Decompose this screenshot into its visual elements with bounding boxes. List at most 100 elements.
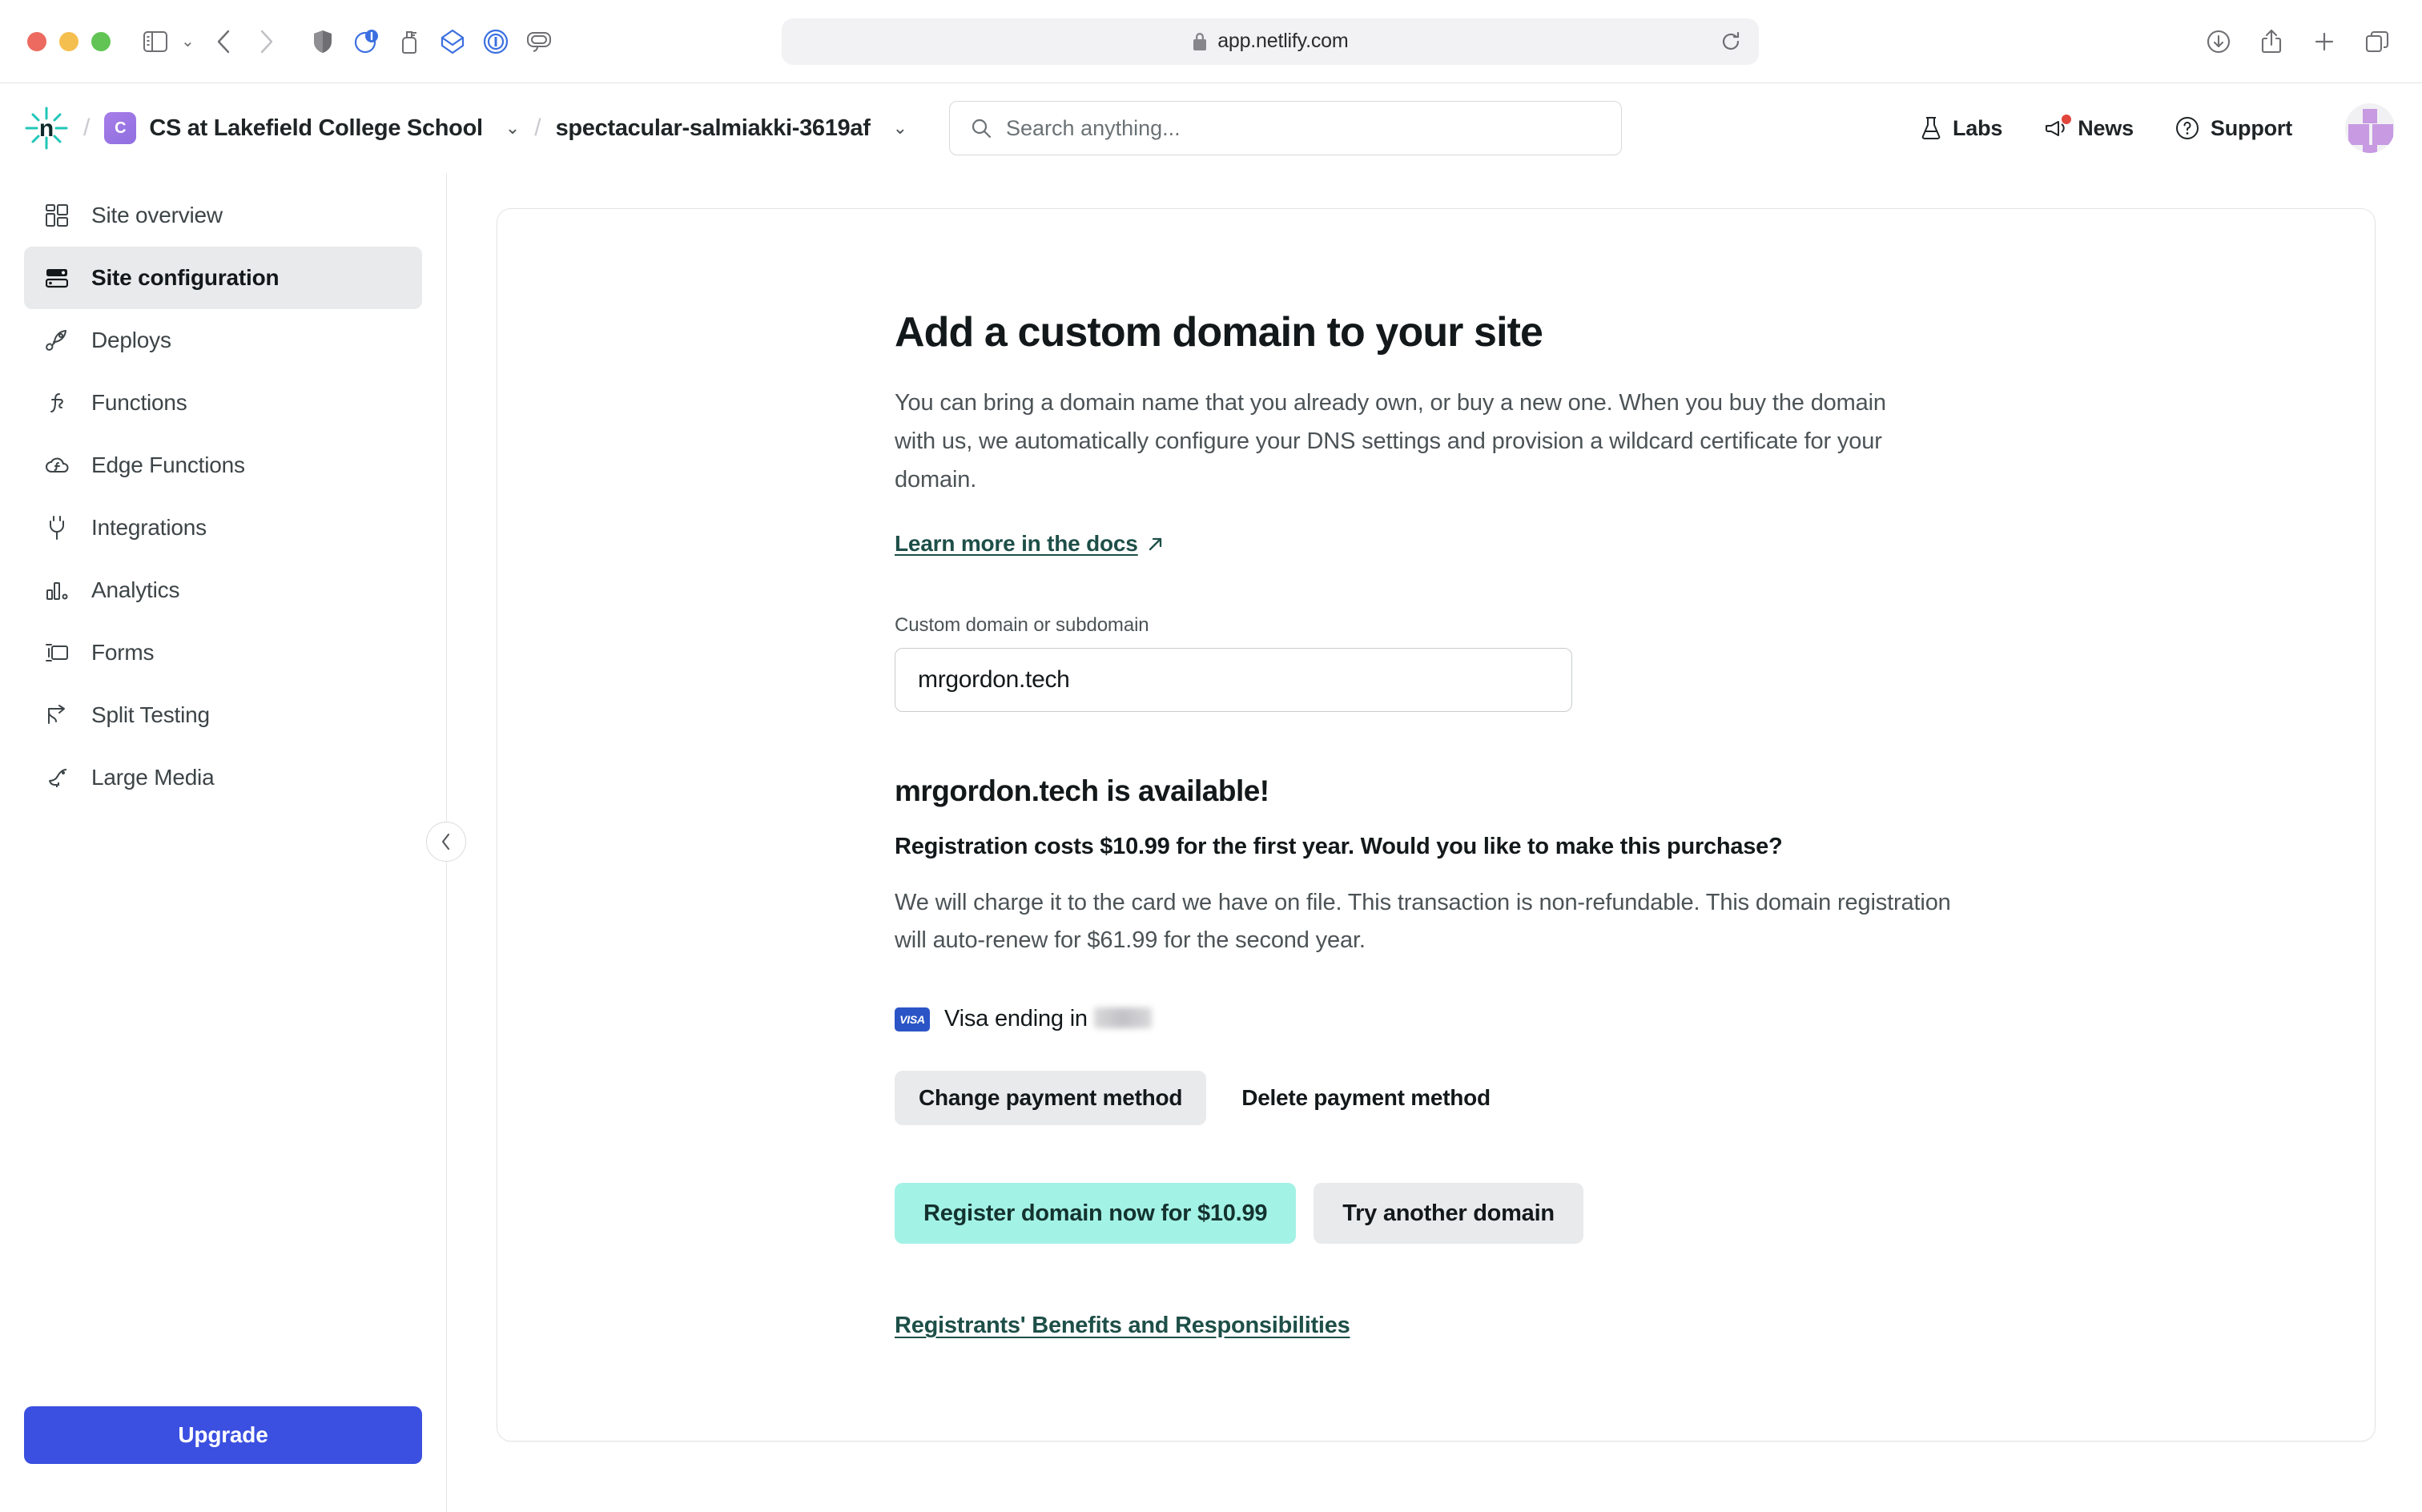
lock-icon bbox=[1192, 32, 1208, 51]
sidebar-item-site-configuration[interactable]: Site configuration bbox=[24, 247, 422, 309]
function-icon bbox=[43, 389, 70, 416]
domain-card: Add a custom domain to your site You can… bbox=[497, 208, 2376, 1442]
netlify-logo[interactable]: n bbox=[24, 106, 69, 151]
moon-clock-icon[interactable] bbox=[348, 24, 384, 59]
plug-icon bbox=[43, 514, 70, 541]
browser-toolbar: ⌄ app.netlify.com bbox=[0, 0, 2422, 83]
maximize-window-button[interactable] bbox=[91, 31, 111, 51]
server-icon bbox=[43, 264, 70, 292]
primary-actions-row: Register domain now for $10.99 Try anoth… bbox=[895, 1183, 2102, 1245]
try-another-domain-button[interactable]: Try another domain bbox=[1314, 1183, 1583, 1245]
spray-bottle-icon[interactable] bbox=[392, 24, 427, 59]
app-body: Site overview Site configuration Deploys… bbox=[0, 173, 2422, 1512]
sidebar-item-site-overview[interactable]: Site overview bbox=[24, 184, 422, 247]
sidebar: Site overview Site configuration Deploys… bbox=[0, 173, 466, 1512]
support-label: Support bbox=[2210, 115, 2292, 140]
custom-domain-input[interactable] bbox=[895, 648, 1572, 713]
domain-field-group: Custom domain or subdomain bbox=[895, 614, 2102, 713]
svg-text:n: n bbox=[39, 115, 54, 142]
minimize-window-button[interactable] bbox=[59, 31, 78, 51]
reload-icon[interactable] bbox=[1720, 30, 1741, 53]
speech-bubble-icon[interactable] bbox=[521, 24, 557, 59]
sidebar-label-site-overview: Site overview bbox=[91, 203, 223, 227]
window-controls[interactable] bbox=[27, 31, 111, 51]
sidebar-collapse-button[interactable] bbox=[426, 822, 466, 862]
sidebar-item-large-media[interactable]: Large Media bbox=[24, 746, 422, 809]
forward-arrow-icon[interactable] bbox=[249, 24, 284, 59]
availability-question: Registration costs $10.99 for the first … bbox=[895, 834, 1783, 860]
breadcrumb-site[interactable]: spectacular-salmiakki-3619af ⌄ bbox=[556, 115, 907, 142]
registrants-benefits-link[interactable]: Registrants' Benefits and Responsibiliti… bbox=[895, 1313, 1350, 1339]
app-header: n / C CS at Lakefield College School ⌄ /… bbox=[0, 83, 2422, 173]
breadcrumb-team[interactable]: C CS at Lakefield College School ⌄ bbox=[104, 112, 520, 144]
sidebar-label-edge-functions: Edge Functions bbox=[91, 452, 245, 477]
sidebar-item-deploys[interactable]: Deploys bbox=[24, 309, 422, 372]
search-placeholder: Search anything... bbox=[1006, 115, 1181, 140]
box-icon[interactable] bbox=[435, 24, 470, 59]
breadcrumb-separator-2: / bbox=[534, 115, 541, 141]
share-icon[interactable] bbox=[2254, 24, 2289, 59]
payment-buttons-row: Change payment method Delete payment met… bbox=[895, 1071, 2102, 1126]
browser-right-actions[interactable] bbox=[2177, 24, 2395, 59]
sidebar-item-functions[interactable]: Functions bbox=[24, 372, 422, 434]
news-badge-dot bbox=[2062, 114, 2072, 124]
chevron-left-icon bbox=[441, 833, 452, 850]
close-window-button[interactable] bbox=[27, 31, 46, 51]
sidebar-label-split-testing: Split Testing bbox=[91, 702, 210, 727]
info-circle-icon[interactable] bbox=[478, 24, 513, 59]
downloads-icon[interactable] bbox=[2201, 24, 2236, 59]
address-bar[interactable]: app.netlify.com bbox=[781, 18, 1759, 65]
sidebar-label-deploys: Deploys bbox=[91, 328, 171, 352]
sidebar-label-forms: Forms bbox=[91, 640, 155, 665]
avatar[interactable] bbox=[2345, 103, 2395, 153]
register-domain-button[interactable]: Register domain now for $10.99 bbox=[895, 1183, 1297, 1245]
dinosaur-icon bbox=[43, 764, 70, 791]
delete-payment-method-button[interactable]: Delete payment method bbox=[1217, 1071, 1515, 1125]
split-arrow-icon bbox=[43, 702, 70, 729]
header-actions: Labs News Support bbox=[1921, 103, 2395, 153]
change-payment-method-button[interactable]: Change payment method bbox=[895, 1071, 1207, 1126]
learn-more-docs-link[interactable]: Learn more in the docs bbox=[895, 531, 1164, 557]
upgrade-button[interactable]: Upgrade bbox=[24, 1406, 422, 1464]
availability-headline: mrgordon.tech is available! bbox=[895, 774, 1269, 808]
support-button[interactable]: Support bbox=[2175, 116, 2292, 141]
breadcrumb-separator-1: / bbox=[83, 115, 91, 141]
grid-icon bbox=[43, 202, 70, 229]
site-chevron-down-icon[interactable]: ⌄ bbox=[893, 118, 907, 139]
sidebar-item-analytics[interactable]: Analytics bbox=[24, 559, 422, 621]
team-chevron-down-icon[interactable]: ⌄ bbox=[505, 118, 520, 139]
question-circle-icon bbox=[2175, 116, 2199, 140]
external-link-arrow-icon bbox=[1148, 536, 1164, 552]
sidebar-label-integrations: Integrations bbox=[91, 515, 207, 540]
news-button[interactable]: News bbox=[2044, 114, 2134, 141]
back-arrow-icon[interactable] bbox=[206, 24, 241, 59]
card-digits-redacted bbox=[1093, 1007, 1152, 1029]
search-input[interactable]: Search anything... bbox=[949, 101, 1623, 155]
cloud-function-icon bbox=[43, 452, 70, 479]
sidebar-chevron-down-icon[interactable]: ⌄ bbox=[176, 34, 199, 50]
extension-icons[interactable] bbox=[305, 24, 557, 59]
new-tab-icon[interactable] bbox=[2307, 24, 2342, 59]
sidebar-item-split-testing[interactable]: Split Testing bbox=[24, 684, 422, 746]
page-description: You can bring a domain name that you alr… bbox=[895, 390, 1886, 493]
sidebar-label-site-configuration: Site configuration bbox=[91, 265, 280, 290]
flask-icon bbox=[1921, 116, 1941, 140]
docs-link-label: Learn more in the docs bbox=[895, 531, 1138, 557]
team-name-label: CS at Lakefield College School bbox=[149, 115, 483, 141]
payment-method-text: Visa ending in bbox=[944, 1006, 1152, 1032]
news-label: News bbox=[2078, 115, 2134, 140]
team-avatar: C bbox=[104, 112, 137, 144]
sidebar-footer: Upgrade bbox=[24, 1406, 422, 1512]
form-icon bbox=[43, 639, 70, 666]
payment-method-label: Visa ending in bbox=[944, 1006, 1088, 1032]
labs-button[interactable]: Labs bbox=[1921, 116, 2002, 141]
sidebar-toggle-icon[interactable] bbox=[138, 24, 173, 59]
visa-icon: VISA bbox=[895, 1007, 930, 1031]
sidebar-item-edge-functions[interactable]: Edge Functions bbox=[24, 434, 422, 497]
sidebar-label-analytics: Analytics bbox=[91, 577, 180, 602]
sidebar-item-integrations[interactable]: Integrations bbox=[24, 497, 422, 559]
sidebar-item-forms[interactable]: Forms bbox=[24, 621, 422, 684]
sidebar-label-large-media: Large Media bbox=[91, 765, 215, 790]
shield-icon[interactable] bbox=[305, 24, 340, 59]
tab-overview-icon[interactable] bbox=[2360, 24, 2395, 59]
